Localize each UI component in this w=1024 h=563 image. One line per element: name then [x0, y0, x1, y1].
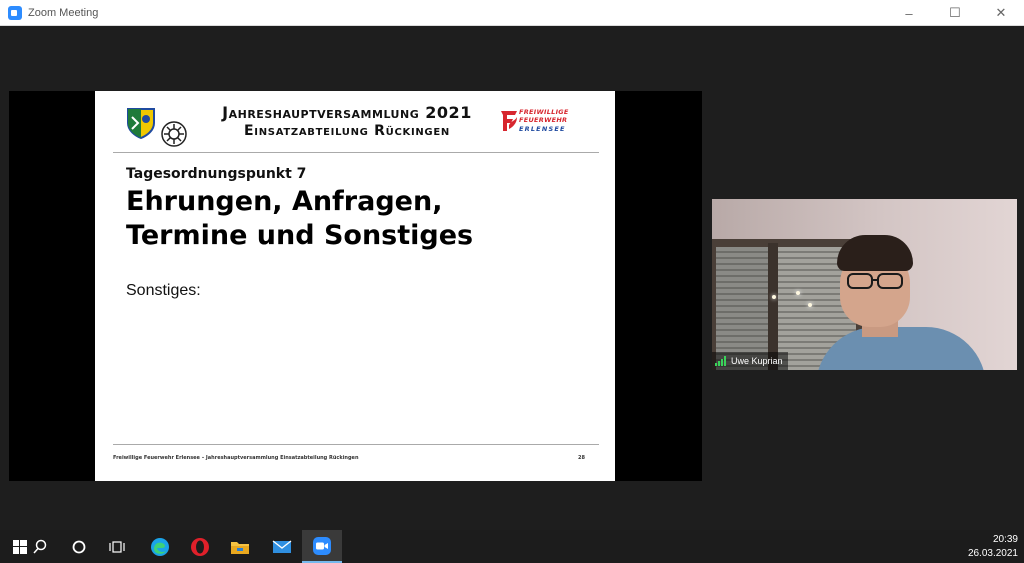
heading-line-2: Termine und Sonstiges [126, 220, 474, 251]
slide-heading: Ehrungen, Anfragen, Termine und Sonstige… [126, 185, 596, 253]
zoom-icon[interactable] [302, 530, 342, 563]
municipal-crest-icon [127, 108, 155, 139]
mail-icon[interactable] [262, 530, 302, 563]
video-light-dot [772, 295, 776, 299]
slide-page-number: 28 [578, 455, 585, 461]
task-view-icon[interactable] [97, 530, 137, 563]
fire-brigade-emblem-icon [161, 121, 187, 147]
participant-name: Uwe Kuprian [731, 356, 783, 366]
agenda-item-label: Tagesordnungspunkt 7 [126, 166, 307, 182]
participant-video-tile[interactable]: Uwe Kuprian [712, 199, 1017, 370]
slide-footer-text: Freiwillige Feuerwehr Erlensee – Jahresh… [113, 455, 359, 461]
title-bar[interactable]: Zoom Meeting – ☐ ✕ [0, 0, 1024, 26]
feuerwehr-logo: FREIWILLIGE FEUERWEHR ERLENSEE [499, 107, 581, 135]
file-explorer-icon[interactable] [220, 530, 260, 563]
participant-hair [837, 235, 913, 271]
close-button[interactable]: ✕ [978, 0, 1024, 26]
participant-name-bar: Uwe Kuprian [712, 352, 788, 370]
screen-share-area[interactable]: Jahreshauptversammlung 2021 Einsatzabtei… [9, 91, 702, 481]
footer-divider [113, 444, 599, 445]
logo-text-line-1: FREIWILLIGE [519, 108, 569, 116]
logo-text-line-3: ERLENSEE [519, 125, 566, 133]
window-title: Zoom Meeting [28, 6, 99, 19]
search-icon[interactable] [20, 530, 60, 563]
cortana-icon[interactable] [59, 530, 99, 563]
header-divider [113, 152, 599, 153]
presentation-slide: Jahreshauptversammlung 2021 Einsatzabtei… [95, 91, 615, 481]
zoom-app-icon [8, 5, 22, 20]
connection-signal-icon [715, 356, 727, 366]
heading-line-1: Ehrungen, Anfragen, [126, 186, 443, 217]
participant-glasses [847, 273, 903, 289]
zoom-window: Zoom Meeting – ☐ ✕ Jahreshauptversammlun… [0, 0, 1024, 530]
system-clock[interactable]: 20:39 26.03.2021 [968, 533, 1018, 561]
windows-taskbar: 20:39 26.03.2021 [0, 530, 1024, 563]
feuerwehr-flame-icon [501, 111, 517, 131]
maximize-button[interactable]: ☐ [932, 0, 978, 26]
video-window-mullion [768, 243, 778, 370]
slide-body-text: Sonstiges: [126, 282, 201, 299]
slide-header-title: Jahreshauptversammlung 2021 Einsatzabtei… [197, 103, 497, 139]
opera-icon[interactable] [180, 530, 220, 563]
video-light-dot [808, 303, 812, 307]
clock-date: 26.03.2021 [967, 548, 1018, 559]
minimize-button[interactable]: – [886, 0, 932, 26]
meeting-stage: Jahreshauptversammlung 2021 Einsatzabtei… [0, 26, 1024, 530]
video-light-dot [796, 291, 800, 295]
edge-icon[interactable] [140, 530, 180, 563]
header-line-1: Jahreshauptversammlung 2021 [222, 103, 472, 122]
header-line-2: Einsatzabteilung Rückingen [244, 123, 450, 139]
slide-header: Jahreshauptversammlung 2021 Einsatzabtei… [95, 91, 615, 151]
logo-text-line-2: FEUERWEHR [519, 116, 568, 124]
clock-time: 20:39 [992, 534, 1018, 545]
